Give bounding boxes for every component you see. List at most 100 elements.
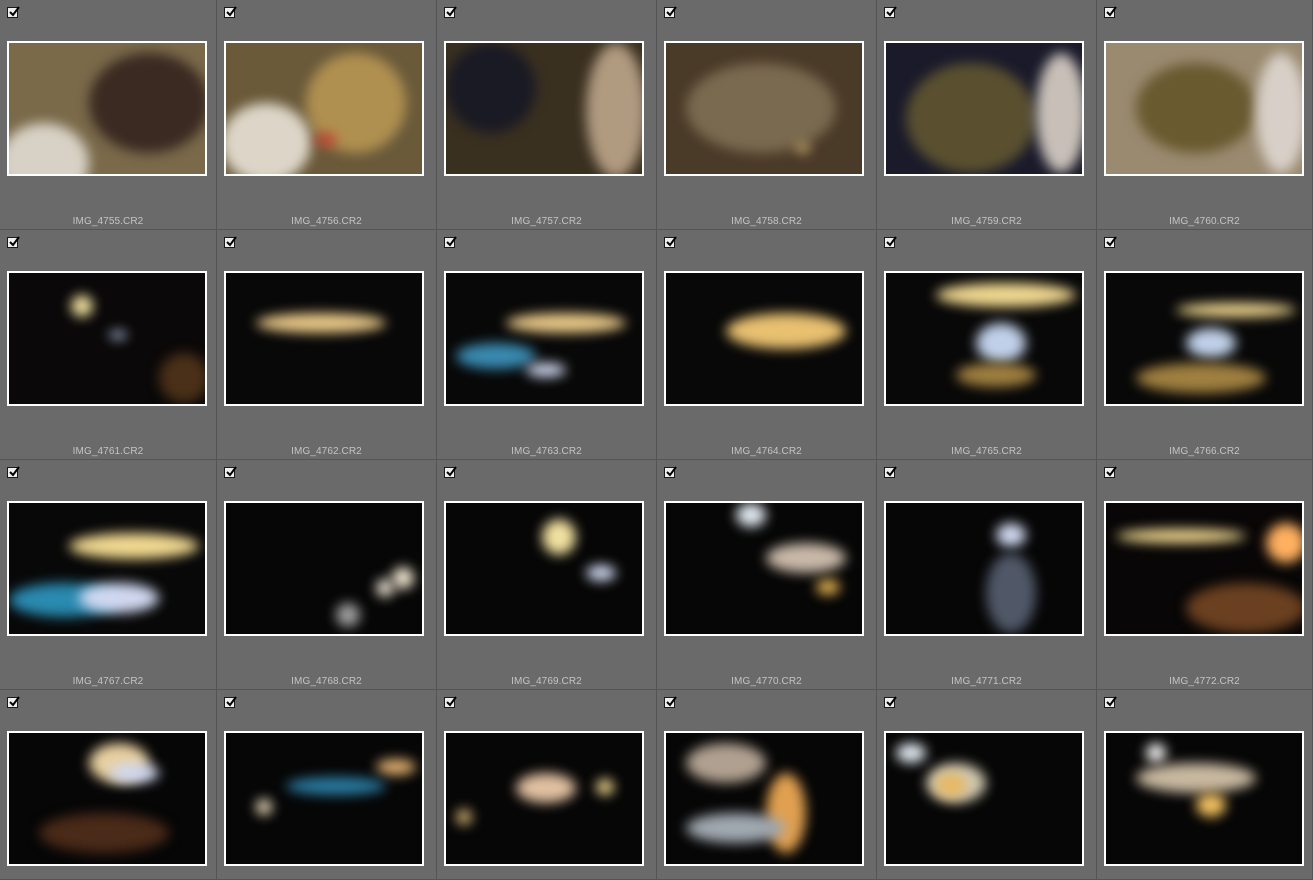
thumbnail-cell[interactable] (657, 690, 877, 880)
thumbnail-cell[interactable]: IMG_4761.CR2 (0, 230, 217, 460)
checkbox-checked-icon[interactable] (7, 696, 20, 708)
photo-thumbnail[interactable] (444, 41, 644, 176)
thumbnail-cell[interactable]: IMG_4769.CR2 (437, 460, 657, 690)
thumbnail-cell[interactable]: IMG_4760.CR2 (1097, 0, 1313, 230)
checkbox-checked-icon[interactable] (664, 696, 677, 708)
checkbox-checked-icon[interactable] (884, 6, 897, 18)
checkbox-checked-icon[interactable] (444, 6, 457, 18)
filename-label: IMG_4755.CR2 (72, 216, 144, 227)
checkbox-checked-icon[interactable] (1104, 466, 1117, 478)
photo-thumbnail[interactable] (884, 271, 1084, 406)
photo-thumbnail[interactable] (224, 271, 424, 406)
filename-label: IMG_4758.CR2 (731, 216, 802, 227)
checkbox-checked-icon[interactable] (444, 236, 457, 248)
thumbnail-image-detail (39, 813, 169, 853)
thumbnail-image-detail (392, 567, 414, 589)
photo-thumbnail[interactable] (1104, 731, 1304, 866)
photo-thumbnail[interactable] (224, 501, 424, 636)
thumbnail-image-detail (1116, 529, 1246, 543)
photo-thumbnail[interactable] (7, 501, 207, 636)
checkbox-checked-icon[interactable] (224, 466, 237, 478)
photo-thumbnail[interactable] (224, 731, 424, 866)
photo-thumbnail[interactable] (444, 501, 644, 636)
checkbox-checked-icon[interactable] (884, 236, 897, 248)
filename-label: IMG_4763.CR2 (511, 446, 582, 457)
thumbnail-cell[interactable]: IMG_4765.CR2 (877, 230, 1097, 460)
photo-thumbnail[interactable] (664, 41, 864, 176)
thumbnail-cell[interactable]: IMG_4771.CR2 (877, 460, 1097, 690)
thumbnail-cell[interactable]: IMG_4767.CR2 (0, 460, 217, 690)
thumbnail-image-detail (906, 63, 1036, 173)
filename-label: IMG_4765.CR2 (951, 446, 1022, 457)
photo-thumbnail[interactable] (7, 271, 207, 406)
filename-label: IMG_4769.CR2 (511, 676, 582, 687)
checkbox-checked-icon[interactable] (884, 466, 897, 478)
photo-thumbnail[interactable] (444, 271, 644, 406)
photo-thumbnail[interactable] (444, 731, 644, 866)
checkbox-checked-icon[interactable] (664, 6, 677, 18)
checkbox-checked-icon[interactable] (7, 466, 20, 478)
filename-label: IMG_4762.CR2 (291, 446, 362, 457)
thumbnail-cell[interactable]: IMG_4763.CR2 (437, 230, 657, 460)
thumbnail-image-detail (896, 743, 926, 763)
thumbnail-cell[interactable]: IMG_4768.CR2 (217, 460, 437, 690)
checkbox-checked-icon[interactable] (664, 236, 677, 248)
thumbnail-image-detail (766, 543, 846, 573)
thumbnail-image-detail (726, 313, 846, 349)
checkbox-checked-icon[interactable] (664, 466, 677, 478)
checkbox-checked-icon[interactable] (1104, 6, 1117, 18)
checkbox-checked-icon[interactable] (7, 236, 20, 248)
thumbnail-image-detail (109, 331, 127, 339)
thumbnail-image-detail (506, 313, 626, 333)
thumbnail-cell[interactable] (217, 690, 437, 880)
thumbnail-image-detail (69, 533, 199, 559)
photo-thumbnail[interactable] (7, 41, 207, 176)
photo-thumbnail[interactable] (1104, 501, 1304, 636)
thumbnail-cell[interactable]: IMG_4770.CR2 (657, 460, 877, 690)
thumbnail-cell[interactable] (1097, 690, 1313, 880)
checkbox-checked-icon[interactable] (444, 696, 457, 708)
photo-thumbnail[interactable] (7, 731, 207, 866)
thumbnail-cell[interactable]: IMG_4759.CR2 (877, 0, 1097, 230)
thumbnail-image-detail (376, 759, 416, 775)
photo-thumbnail[interactable] (664, 501, 864, 636)
photo-thumbnail[interactable] (884, 731, 1084, 866)
thumbnail-cell[interactable]: IMG_4766.CR2 (1097, 230, 1313, 460)
checkbox-checked-icon[interactable] (1104, 696, 1117, 708)
thumbnail-cell[interactable] (0, 690, 217, 880)
checkbox-checked-icon[interactable] (224, 696, 237, 708)
thumbnail-image-detail (1146, 743, 1166, 763)
photo-thumbnail[interactable] (884, 501, 1084, 636)
thumbnail-cell[interactable] (877, 690, 1097, 880)
thumbnail-cell[interactable] (437, 690, 657, 880)
thumbnail-image-detail (686, 813, 786, 843)
thumbnail-cell[interactable]: IMG_4758.CR2 (657, 0, 877, 230)
checkbox-checked-icon[interactable] (444, 466, 457, 478)
filename-label: IMG_4767.CR2 (72, 676, 144, 687)
thumbnail-cell[interactable]: IMG_4755.CR2 (0, 0, 217, 230)
checkbox-checked-icon[interactable] (884, 696, 897, 708)
photo-thumbnail[interactable] (664, 731, 864, 866)
checkbox-checked-icon[interactable] (224, 6, 237, 18)
thumbnail-image-detail (256, 313, 386, 333)
checkbox-checked-icon[interactable] (1104, 236, 1117, 248)
photo-thumbnail[interactable] (664, 271, 864, 406)
thumbnail-cell[interactable]: IMG_4757.CR2 (437, 0, 657, 230)
checkbox-checked-icon[interactable] (7, 6, 20, 18)
thumbnail-cell[interactable]: IMG_4762.CR2 (217, 230, 437, 460)
thumbnail-image-detail (996, 523, 1026, 547)
thumbnail-image-detail (766, 773, 806, 853)
thumbnail-image-detail (256, 799, 272, 815)
thumbnail-cell[interactable]: IMG_4756.CR2 (217, 0, 437, 230)
photo-thumbnail[interactable] (884, 41, 1084, 176)
checkbox-checked-icon[interactable] (224, 236, 237, 248)
filename-label: IMG_4764.CR2 (731, 446, 802, 457)
photo-thumbnail[interactable] (1104, 271, 1304, 406)
thumbnail-image-detail (1036, 53, 1082, 173)
thumbnail-image-detail (286, 777, 386, 795)
photo-thumbnail[interactable] (1104, 41, 1304, 176)
thumbnail-image-detail (796, 143, 810, 153)
thumbnail-cell[interactable]: IMG_4772.CR2 (1097, 460, 1313, 690)
photo-thumbnail[interactable] (224, 41, 424, 176)
thumbnail-cell[interactable]: IMG_4764.CR2 (657, 230, 877, 460)
